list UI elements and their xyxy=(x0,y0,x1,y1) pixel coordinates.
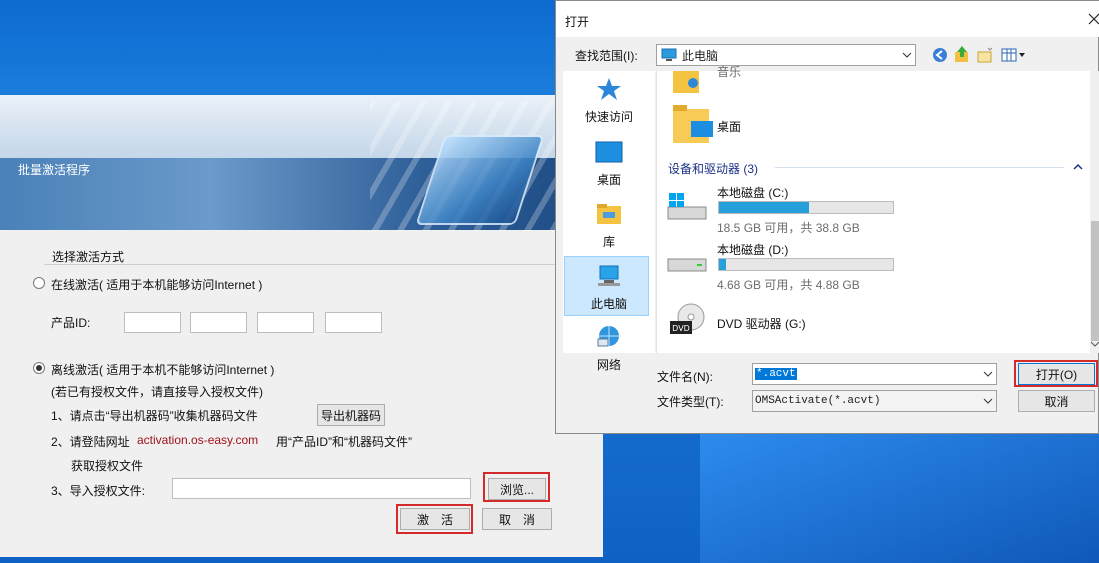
group-divider xyxy=(44,264,556,265)
filetype-label: 文件类型(T): xyxy=(657,395,724,409)
batch-activation-window: 批量激活程序 选择激活方式 在线激活( 适用于本机能够访问Internet ) … xyxy=(0,95,603,557)
window-title: 批量激活程序 xyxy=(18,163,91,177)
dialog-titlebar xyxy=(556,1,1099,37)
online-radio[interactable] xyxy=(33,277,45,289)
this-pc-icon xyxy=(598,265,620,286)
drive-c-usage-bar xyxy=(718,201,894,214)
product-id-field-4[interactable] xyxy=(325,312,382,333)
lookin-label: 查找范围(I): xyxy=(575,49,638,63)
drive-d[interactable]: 本地磁盘 (D:) 4.68 GB 可用，共 4.88 GB xyxy=(657,238,1077,292)
activate-highlight xyxy=(396,504,473,534)
product-id-label: 产品ID: xyxy=(51,316,91,330)
license-file-path-input[interactable] xyxy=(172,478,471,499)
nav-quick-access[interactable]: 快速访问 xyxy=(563,77,655,125)
product-id-field-2[interactable] xyxy=(190,312,247,333)
chevron-down-icon xyxy=(983,398,993,404)
hard-drive-icon xyxy=(667,258,707,272)
lookin-combo[interactable]: 此电脑 xyxy=(656,44,916,66)
file-list-pane: 音乐 桌面 设备和驱动器 (3) 本地磁盘 (C:) 18.5 GB 可用，共 … xyxy=(656,65,1090,353)
step2-suffix: 用“产品ID”和“机器码文件” xyxy=(276,435,412,449)
nav-this-pc[interactable]: 此电脑 xyxy=(563,264,655,312)
star-icon xyxy=(597,78,621,100)
drive-d-detail: 4.68 GB 可用，共 4.88 GB xyxy=(717,278,860,292)
drive-g[interactable]: DVD DVD 驱动器 (G:) xyxy=(657,299,1077,339)
group-header-line xyxy=(775,167,1064,168)
dialog-title: 打开 xyxy=(565,15,590,29)
filetype-combo[interactable]: OMSActivate(*.acvt) xyxy=(752,390,997,412)
network-icon xyxy=(597,326,619,347)
desktop-folder-icon xyxy=(673,105,713,143)
desktop-icon xyxy=(595,141,623,163)
computer-icon xyxy=(661,48,677,61)
filename-value[interactable]: *.acvt xyxy=(755,368,797,380)
list-item-music-partial[interactable]: 音乐 xyxy=(717,63,741,80)
drive-d-name: 本地磁盘 (D:) xyxy=(717,243,789,257)
drive-d-usage-bar xyxy=(718,258,894,271)
filename-combo[interactable]: *.acvt xyxy=(752,363,997,385)
library-folder-icon xyxy=(597,204,621,224)
product-id-field-3[interactable] xyxy=(257,312,314,333)
vertical-scrollbar[interactable] xyxy=(1090,71,1099,353)
view-menu-icon[interactable] xyxy=(1001,47,1027,63)
desktop-background-top xyxy=(0,0,560,97)
lookin-value: 此电脑 xyxy=(682,48,719,63)
group-header-devices[interactable]: 设备和驱动器 (3) xyxy=(668,160,758,177)
drive-c-name: 本地磁盘 (C:) xyxy=(717,186,789,200)
music-folder-icon xyxy=(673,71,699,93)
banner xyxy=(0,95,603,231)
nav-libraries[interactable]: 库 xyxy=(563,202,655,250)
scrollbar-thumb[interactable] xyxy=(1091,221,1099,341)
open-file-dialog: 打开 查找范围(I): 此电脑 快速访问 桌面 库 此电脑 网络 音乐 桌面 设… xyxy=(555,0,1099,434)
drive-c[interactable]: 本地磁盘 (C:) 18.5 GB 可用，共 38.8 GB xyxy=(657,181,1077,235)
dialog-cancel-button[interactable]: 取消 xyxy=(1018,390,1095,412)
group-title: 选择激活方式 xyxy=(52,250,125,264)
cancel-activation-button[interactable]: 取 消 xyxy=(482,508,552,530)
svg-text:DVD: DVD xyxy=(672,324,690,333)
new-folder-icon[interactable] xyxy=(977,47,993,63)
step2-prefix: 2、请登陆网址 xyxy=(51,435,130,449)
offline-option-label[interactable]: 离线激活( 适用于本机不能够访问Internet ) xyxy=(51,361,274,378)
navigation-pane: 快速访问 桌面 库 此电脑 网络 xyxy=(563,71,655,372)
collapse-chevron-icon[interactable] xyxy=(1073,163,1083,171)
chevron-down-icon xyxy=(983,371,993,377)
open-button-highlight xyxy=(1014,360,1098,387)
dvd-drive-icon: DVD xyxy=(670,303,705,334)
up-folder-icon[interactable] xyxy=(954,45,970,63)
drive-c-detail: 18.5 GB 可用，共 38.8 GB xyxy=(717,221,860,235)
export-machine-code-button[interactable]: 导出机器码 xyxy=(317,404,385,426)
desktop-item-label: 桌面 xyxy=(717,120,742,134)
nav-network[interactable]: 网络 xyxy=(563,325,655,373)
nav-desktop[interactable]: 桌面 xyxy=(563,140,655,188)
windows-drive-icon xyxy=(667,193,707,220)
offline-radio[interactable] xyxy=(33,362,45,374)
filename-label: 文件名(N): xyxy=(657,370,713,384)
step3-text: 3、导入授权文件: xyxy=(51,484,146,498)
filetype-value: OMSActivate(*.acvt) xyxy=(755,395,881,407)
step2-continuation: 获取授权文件 xyxy=(71,459,144,473)
close-icon[interactable] xyxy=(1088,13,1099,25)
back-icon[interactable] xyxy=(932,47,948,63)
online-option-label[interactable]: 在线激活( 适用于本机能够访问Internet ) xyxy=(51,276,262,293)
activation-url-link[interactable]: activation.os-easy.com xyxy=(137,433,258,447)
offline-note: (若已有授权文件，请直接导入授权文件) xyxy=(51,385,263,399)
product-id-field-1[interactable] xyxy=(124,312,181,333)
drive-g-name: DVD 驱动器 (G:) xyxy=(717,317,806,331)
browse-highlight xyxy=(483,472,550,502)
step1-text: 1、请点击“导出机器码”收集机器码文件 xyxy=(51,409,258,423)
scroll-down-icon[interactable] xyxy=(1091,341,1099,347)
chevron-down-icon xyxy=(902,52,912,58)
list-item-desktop[interactable]: 桌面 xyxy=(657,101,1077,147)
desktop-background-glow xyxy=(700,420,1099,563)
